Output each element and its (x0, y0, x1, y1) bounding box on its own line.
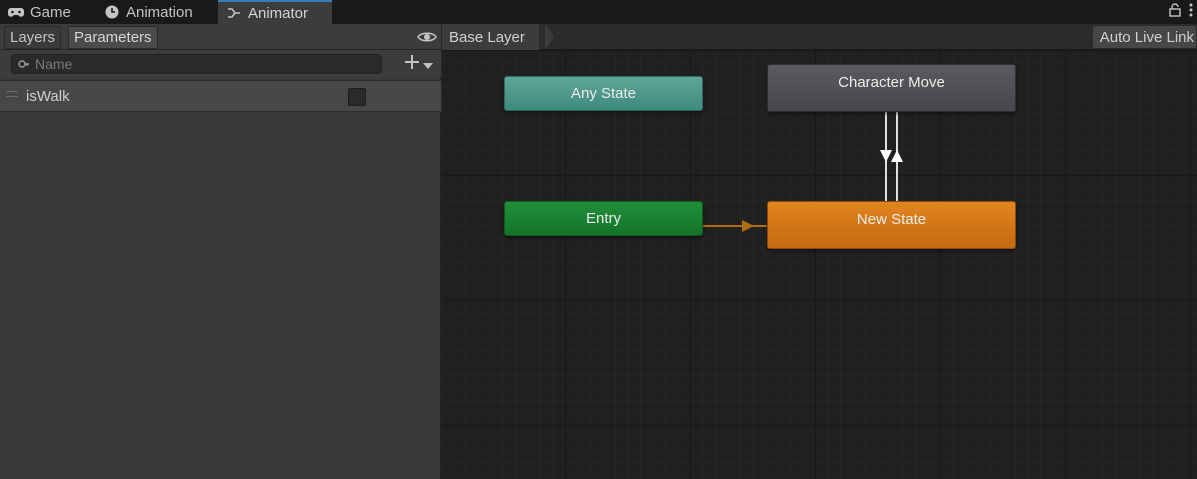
state-new-state-label: New State (856, 211, 927, 228)
state-new-state[interactable]: New State (767, 201, 1016, 249)
state-any-state[interactable]: Any State (504, 76, 703, 111)
state-character-move-label: Character Move (838, 74, 945, 91)
transition-entry-to-new-state[interactable] (703, 220, 767, 232)
transition-new-state-to-character-move[interactable] (880, 112, 903, 201)
state-entry-label: Entry (585, 210, 621, 227)
state-character-move[interactable]: Character Move (767, 64, 1016, 112)
transitions-layer (703, 112, 903, 232)
state-any-state-label: Any State (570, 85, 637, 102)
state-entry[interactable]: Entry (504, 201, 703, 236)
